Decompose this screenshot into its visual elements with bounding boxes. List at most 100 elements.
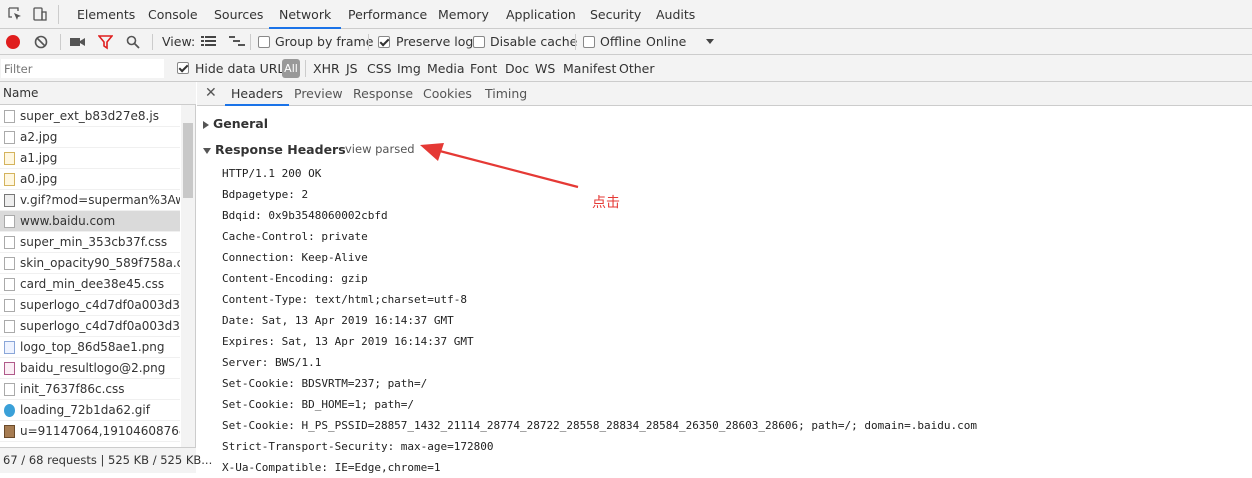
tab-cookies[interactable]: Cookies (417, 82, 478, 106)
header-line: Date: Sat, 13 Apr 2019 16:14:37 GMT (222, 314, 454, 327)
header-line: Expires: Sat, 13 Apr 2019 16:14:37 GMT (222, 335, 474, 348)
tab-network[interactable]: Network (269, 0, 342, 29)
header-line: Connection: Keep-Alive (222, 251, 368, 264)
image-file-icon (4, 362, 15, 375)
view-parsed-link[interactable]: view parsed (345, 142, 415, 156)
filter-input[interactable] (1, 59, 164, 78)
filter-type-xhr[interactable]: XHR (313, 61, 340, 76)
filter-type-css[interactable]: CSS (367, 61, 392, 76)
close-icon[interactable]: ✕ (205, 85, 217, 101)
css-file-icon (4, 257, 15, 270)
tab-performance[interactable]: Performance (338, 0, 437, 29)
detail-tabbar: ✕ Headers Preview Response Cookies Timin… (197, 82, 1252, 106)
disable-cache-label: Disable cache (490, 34, 578, 49)
filter-type-all[interactable]: All (282, 59, 300, 78)
devtools-main-tabbar: Elements Console Sources Network Perform… (0, 0, 1252, 29)
filter-type-font[interactable]: Font (470, 61, 497, 76)
request-row[interactable]: u=91147064,1910460876&fm (0, 421, 180, 442)
header-line: Content-Encoding: gzip (222, 272, 368, 285)
tab-application[interactable]: Application (496, 0, 586, 29)
expand-arrow-icon (203, 120, 209, 129)
hide-data-urls-label: Hide data URLs (195, 61, 291, 76)
request-row[interactable]: skin_opacity90_589f758a.css (0, 253, 180, 274)
request-row[interactable]: logo_top_86d58ae1.png (0, 337, 180, 358)
offline-label: Offline (600, 34, 642, 49)
request-row[interactable]: a1.jpg (0, 148, 180, 169)
tab-security[interactable]: Security (580, 0, 651, 29)
tab-sources[interactable]: Sources (204, 0, 273, 29)
image-file-icon (4, 425, 15, 438)
tab-console[interactable]: Console (138, 0, 208, 29)
header-line: Set-Cookie: H_PS_PSSID=28857_1432_21114_… (222, 419, 977, 432)
separator (368, 34, 369, 50)
filter-type-media[interactable]: Media (427, 61, 465, 76)
disable-cache-checkbox[interactable] (473, 36, 485, 48)
header-line: Bdqid: 0x9b3548060002cbfd (222, 209, 388, 222)
request-row[interactable]: super_min_353cb37f.css (0, 232, 180, 253)
device-toolbar-icon[interactable] (32, 6, 48, 22)
preserve-log-checkbox[interactable] (378, 36, 390, 48)
header-line: Content-Type: text/html;charset=utf-8 (222, 293, 468, 306)
request-row[interactable]: v.gif?mod=superman%3Aweat (0, 190, 180, 211)
request-list-scrollbar[interactable] (181, 105, 195, 447)
throttling-select[interactable]: Online (646, 34, 686, 49)
filter-type-doc[interactable]: Doc (505, 61, 529, 76)
header-line: Set-Cookie: BD_HOME=1; path=/ (222, 398, 415, 411)
response-headers-section-toggle[interactable]: Response Headers (203, 142, 346, 157)
filter-icon[interactable] (97, 35, 114, 53)
record-icon[interactable] (6, 35, 20, 49)
video-camera-icon[interactable] (70, 36, 86, 51)
tab-audits[interactable]: Audits (646, 0, 705, 29)
search-icon[interactable] (126, 35, 140, 52)
header-line: HTTP/1.1 200 OK (222, 167, 322, 180)
inspect-element-icon[interactable] (7, 6, 23, 22)
separator (152, 34, 153, 50)
header-line: Strict-Transport-Security: max-age=17280… (222, 440, 494, 453)
network-filter-bar: Hide data URLs All XHR JS CSS Img Media … (0, 55, 1252, 82)
chevron-down-icon[interactable] (706, 39, 714, 44)
filter-type-other[interactable]: Other (619, 61, 655, 76)
request-row[interactable]: super_ext_b83d27e8.js (0, 106, 180, 127)
offline-checkbox[interactable] (583, 36, 595, 48)
header-line: Bdpagetype: 2 (222, 188, 309, 201)
tab-memory[interactable]: Memory (428, 0, 499, 29)
document-file-icon (4, 215, 15, 228)
name-column-header[interactable]: Name (0, 82, 196, 105)
request-row[interactable]: init_7637f86c.css (0, 379, 180, 400)
group-by-frame-label: Group by frame (275, 34, 374, 49)
separator (250, 34, 251, 50)
tab-elements[interactable]: Elements (67, 0, 145, 29)
scrollbar-thumb[interactable] (183, 123, 193, 198)
request-row[interactable]: a2.jpg (0, 127, 180, 148)
tab-timing[interactable]: Timing (479, 82, 533, 106)
tab-headers[interactable]: Headers (225, 82, 290, 106)
image-file-icon (4, 173, 15, 186)
separator (58, 5, 59, 24)
request-row[interactable]: card_min_dee38e45.css (0, 274, 180, 295)
hide-data-urls-checkbox[interactable] (177, 62, 189, 74)
filter-type-manifest[interactable]: Manifest (563, 61, 616, 76)
request-row[interactable]: superlogo_c4d7df0a003d3db9 (0, 295, 180, 316)
clear-icon[interactable] (34, 35, 48, 52)
large-rows-icon[interactable] (201, 35, 216, 51)
request-row[interactable]: superlogo_c4d7df0a003d3db9 (0, 316, 180, 337)
tab-preview[interactable]: Preview (288, 82, 349, 106)
image-file-icon (4, 341, 15, 354)
filter-type-ws[interactable]: WS (535, 61, 555, 76)
general-section-toggle[interactable]: General (203, 116, 268, 131)
header-line: X-Ua-Compatible: IE=Edge,chrome=1 (222, 461, 441, 474)
request-row[interactable]: baidu_resultlogo@2.png (0, 358, 180, 379)
annotation-label: 点击 (592, 195, 620, 211)
tab-response[interactable]: Response (347, 82, 419, 106)
file-icon (4, 320, 15, 333)
filter-type-js[interactable]: JS (346, 61, 358, 76)
filter-type-img[interactable]: Img (397, 61, 421, 76)
request-detail-panel: ✕ Headers Preview Response Cookies Timin… (197, 82, 1252, 474)
request-row[interactable]: loading_72b1da62.gif (0, 400, 180, 421)
request-row-selected[interactable]: www.baidu.com (0, 211, 180, 232)
group-by-frame-checkbox[interactable] (258, 36, 270, 48)
network-toolbar: View: Group by frame Preserve log Disabl… (0, 29, 1252, 55)
gif-file-icon (4, 194, 15, 207)
waterfall-icon[interactable] (229, 35, 245, 51)
request-row[interactable]: a0.jpg (0, 169, 180, 190)
